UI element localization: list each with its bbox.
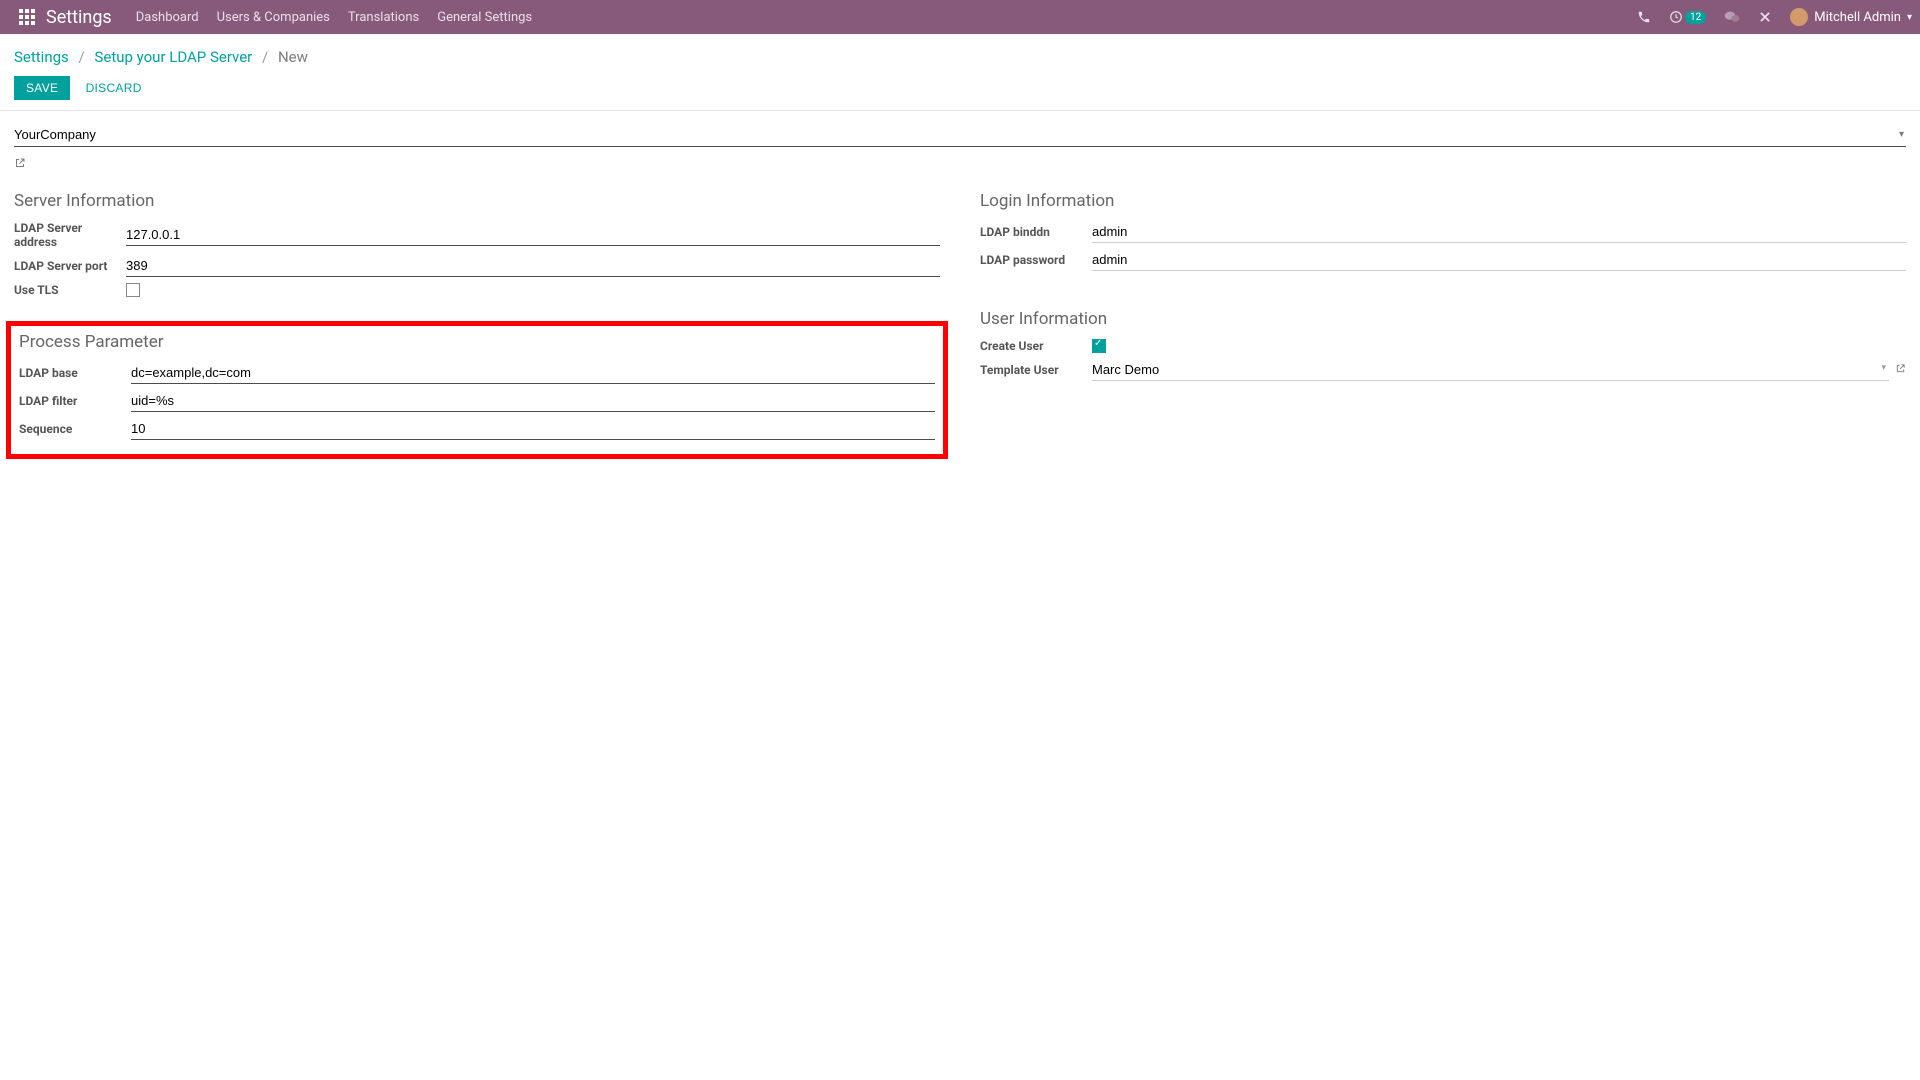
app-brand[interactable]: Settings	[46, 7, 112, 28]
input-ldap-server-port[interactable]	[126, 255, 940, 277]
section-title-server-info: Server Information	[14, 191, 940, 211]
phone-icon[interactable]	[1637, 10, 1651, 24]
company-input[interactable]	[14, 123, 1906, 147]
section-title-user-info: User Information	[980, 309, 1906, 329]
label-ldap-password: LDAP password	[980, 253, 1092, 267]
label-sequence: Sequence	[19, 422, 131, 436]
user-information-section: User Information Create User Template Us…	[980, 309, 1906, 381]
avatar	[1790, 8, 1808, 26]
label-ldap-binddn: LDAP binddn	[980, 225, 1092, 239]
select-template-user[interactable]	[1092, 359, 1889, 381]
section-title-login-info: Login Information	[980, 191, 1906, 211]
breadcrumb-settings[interactable]: Settings	[14, 48, 69, 66]
label-use-tls: Use TLS	[14, 283, 126, 297]
activity-badge: 12	[1685, 11, 1706, 24]
input-sequence[interactable]	[131, 418, 935, 440]
right-column: Login Information LDAP binddn LDAP passw…	[980, 191, 1906, 459]
company-field-row: ▾	[14, 123, 1906, 147]
navbar-right: 12 Mitchell Admin ▾	[1637, 8, 1912, 26]
process-parameter-section: Process Parameter LDAP base LDAP filter …	[19, 332, 935, 440]
label-template-user: Template User	[980, 363, 1092, 377]
label-ldap-server-address: LDAP Server address	[14, 221, 126, 249]
left-column: Server Information LDAP Server address L…	[14, 191, 940, 459]
apps-icon[interactable]	[18, 8, 36, 26]
field-sequence: Sequence	[19, 418, 935, 440]
save-button[interactable]: SAVE	[14, 76, 70, 100]
login-information-section: Login Information LDAP binddn LDAP passw…	[980, 191, 1906, 271]
breadcrumb: Settings / Setup your LDAP Server / New	[14, 42, 1906, 72]
field-ldap-binddn: LDAP binddn	[980, 221, 1906, 243]
label-ldap-server-port: LDAP Server port	[14, 259, 126, 273]
field-ldap-server-address: LDAP Server address	[14, 221, 940, 249]
breadcrumb-separator: /	[79, 48, 85, 66]
field-use-tls: Use TLS	[14, 283, 940, 297]
input-ldap-filter[interactable]	[131, 390, 935, 412]
menu-users-companies[interactable]: Users & Companies	[217, 10, 330, 25]
top-navbar: Settings Dashboard Users & Companies Tra…	[0, 0, 1920, 34]
field-ldap-filter: LDAP filter	[19, 390, 935, 412]
field-ldap-password: LDAP password	[980, 249, 1906, 271]
close-icon[interactable]	[1758, 10, 1772, 24]
field-ldap-base: LDAP base	[19, 362, 935, 384]
section-title-process-param: Process Parameter	[19, 332, 935, 352]
label-create-user: Create User	[980, 339, 1092, 353]
breadcrumb-current: New	[278, 48, 308, 66]
input-ldap-password[interactable]	[1092, 249, 1906, 271]
control-panel: Settings / Setup your LDAP Server / New …	[0, 34, 1920, 111]
messaging-icon[interactable]	[1724, 10, 1740, 24]
menu-translations[interactable]: Translations	[348, 10, 419, 25]
breadcrumb-separator: /	[262, 48, 268, 66]
input-ldap-base[interactable]	[131, 362, 935, 384]
input-ldap-binddn[interactable]	[1092, 221, 1906, 243]
field-create-user: Create User	[980, 339, 1906, 353]
discard-button[interactable]: DISCARD	[74, 76, 154, 100]
input-ldap-server-address[interactable]	[126, 224, 940, 246]
action-buttons: SAVE DISCARD	[14, 72, 1906, 110]
menu-dashboard[interactable]: Dashboard	[136, 10, 199, 25]
external-link-icon[interactable]	[14, 157, 26, 172]
navbar-menu: Dashboard Users & Companies Translations…	[136, 10, 532, 25]
chevron-down-icon: ▾	[1907, 12, 1912, 23]
select-template-user-wrap: ▾	[1092, 359, 1906, 381]
process-parameter-highlight: Process Parameter LDAP base LDAP filter …	[6, 321, 948, 459]
breadcrumb-ldap-setup[interactable]: Setup your LDAP Server	[94, 48, 252, 66]
activity-icon[interactable]: 12	[1669, 10, 1706, 24]
checkbox-use-tls[interactable]	[126, 283, 140, 297]
user-name: Mitchell Admin	[1814, 10, 1901, 25]
field-ldap-server-port: LDAP Server port	[14, 255, 940, 277]
label-ldap-base: LDAP base	[19, 366, 131, 380]
menu-general-settings[interactable]: General Settings	[437, 10, 532, 25]
form-sheet: ▾ Server Information LDAP Server address…	[0, 111, 1920, 471]
external-link-icon[interactable]	[1895, 363, 1906, 377]
user-menu[interactable]: Mitchell Admin ▾	[1790, 8, 1912, 26]
server-information-section: Server Information LDAP Server address L…	[14, 191, 940, 297]
checkbox-create-user[interactable]	[1092, 339, 1106, 353]
field-template-user: Template User ▾	[980, 359, 1906, 381]
form-columns: Server Information LDAP Server address L…	[14, 191, 1906, 459]
label-ldap-filter: LDAP filter	[19, 394, 131, 408]
